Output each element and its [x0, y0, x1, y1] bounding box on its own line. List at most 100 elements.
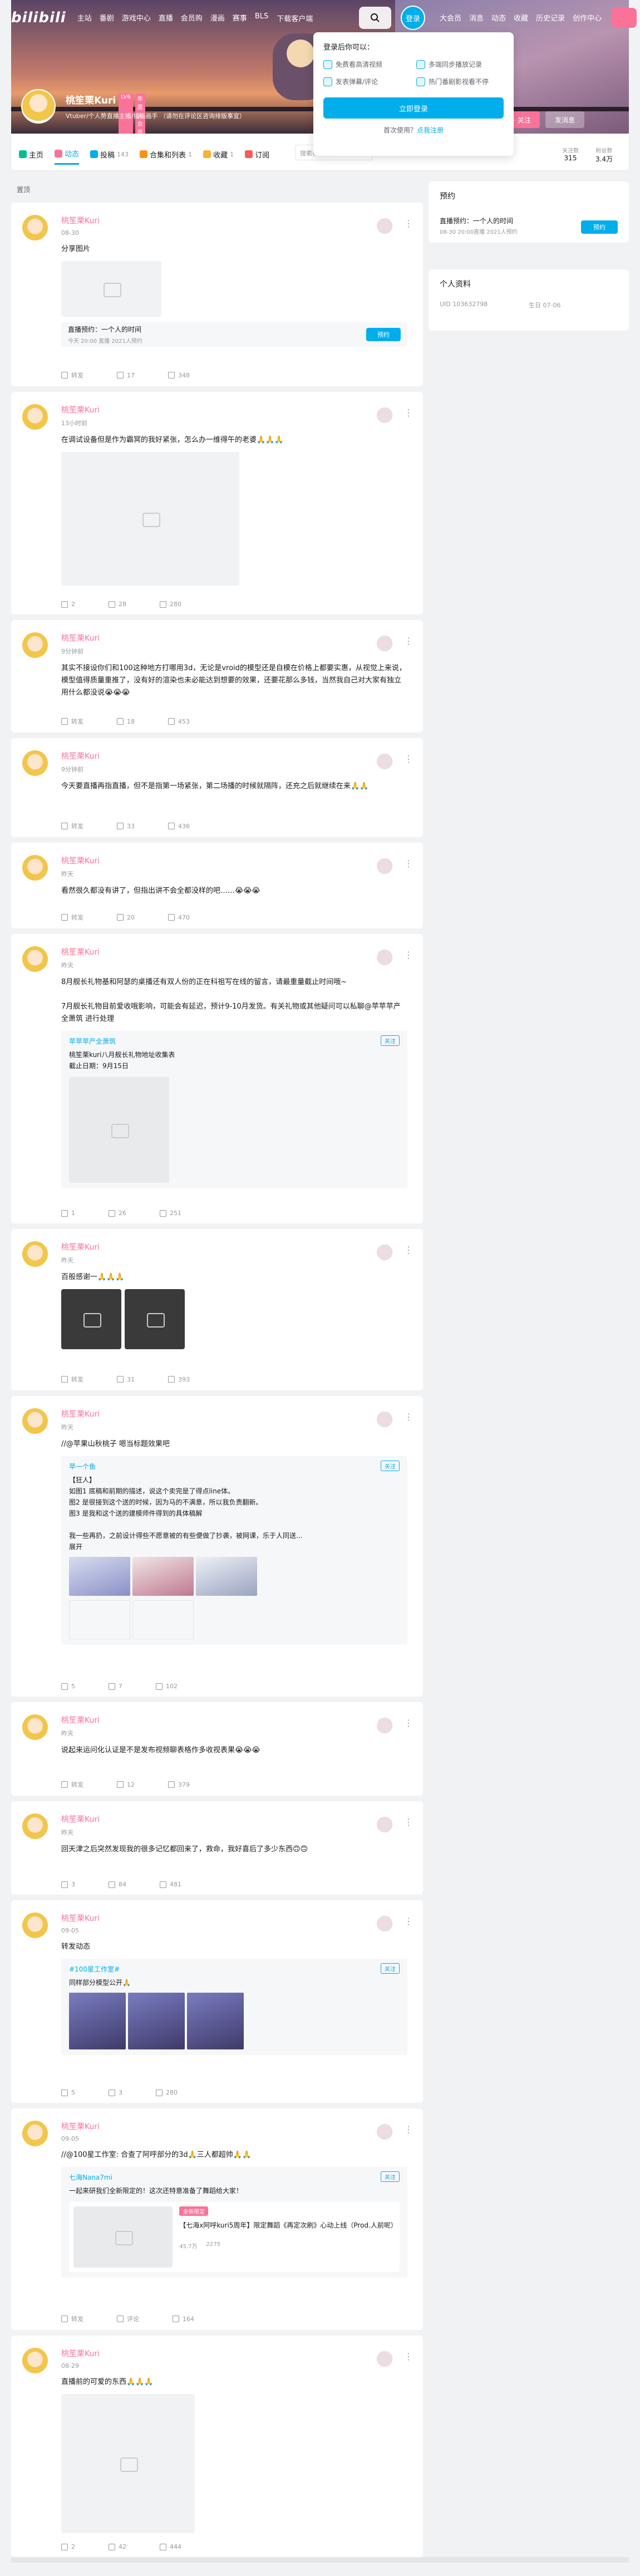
like-button[interactable]: 393	[168, 1375, 190, 1384]
repost-image[interactable]	[69, 1993, 126, 2049]
embedded-video[interactable]: 全新限定 【七海x阿呼kuri5周年】限定舞蹈《再定次刷》心动上线（Prod.人前…	[69, 2202, 400, 2272]
download-client-link[interactable]: 下载客户端	[276, 12, 313, 24]
user-avatar[interactable]	[22, 1913, 48, 1938]
share-button[interactable]: 1	[61, 1210, 75, 1217]
post-time[interactable]: 09-05	[61, 2135, 407, 2142]
nav-link-live[interactable]: 直播	[159, 12, 173, 24]
comment-button[interactable]: 84	[109, 1881, 126, 1888]
like-button[interactable]: 102	[156, 1683, 178, 1690]
user-name[interactable]: 桃笙栗Kuri	[61, 750, 407, 761]
user-name[interactable]: 桃笙栗Kuri	[61, 404, 407, 415]
post-image[interactable]	[61, 1289, 121, 1349]
more-options-icon[interactable]: ⋮	[404, 636, 413, 646]
user-avatar[interactable]	[22, 2348, 48, 2373]
user-name[interactable]: 桃笙栗Kuri	[61, 946, 407, 957]
tab-home[interactable]: 主页	[19, 149, 43, 164]
user-avatar[interactable]	[22, 855, 48, 881]
post-image[interactable]	[125, 1289, 185, 1349]
user-avatar[interactable]	[22, 404, 48, 430]
repost-user[interactable]: 七海Nana7mi	[69, 2172, 400, 2182]
like-button[interactable]: 481	[160, 1881, 181, 1888]
tab-collection[interactable]: 合集和列表 1	[140, 149, 192, 164]
live-reservation[interactable]: 直播预约：一个人的时间 今天 20:00 直播 2021人预约 预约	[61, 322, 407, 347]
user-avatar[interactable]	[22, 750, 48, 776]
comment-button[interactable]: 17	[117, 371, 135, 380]
repost-follow-button[interactable]: 关注	[381, 1461, 400, 1471]
more-options-icon[interactable]: ⋮	[404, 1916, 413, 1926]
comment-button[interactable]: 42	[109, 2543, 126, 2550]
post-time[interactable]: 9分钟前	[61, 765, 407, 774]
repost-user[interactable]: 苹苹苹产全萧筑	[69, 1036, 400, 1046]
post-time[interactable]: 09-05	[61, 1927, 407, 1934]
user-name[interactable]: 桃笙栗Kuri	[61, 1241, 407, 1252]
share-button[interactable]: 转发	[61, 1375, 83, 1384]
comment-button[interactable]: 18	[117, 717, 135, 726]
repost-user[interactable]: #100星工作室#	[69, 1964, 400, 1974]
sidebar-live-item[interactable]: 直播预约：一个人的时间	[440, 216, 513, 225]
share-button[interactable]: 5	[61, 1683, 75, 1690]
tab-follow[interactable]: 订阅	[245, 149, 269, 164]
comment-button[interactable]: 3	[109, 2089, 122, 2096]
post-time[interactable]: 昨天	[61, 1423, 407, 1432]
share-button[interactable]: 转发	[61, 2314, 83, 2323]
user-avatar[interactable]	[22, 1714, 48, 1740]
user-name[interactable]: 桃笙栗Kuri	[61, 1714, 407, 1725]
user-avatar[interactable]	[22, 946, 48, 972]
share-button[interactable]: 5	[61, 2089, 75, 2096]
user-avatar[interactable]	[22, 1813, 48, 1839]
more-options-icon[interactable]: ⋮	[404, 218, 413, 229]
more-options-icon[interactable]: ⋮	[404, 2351, 413, 2362]
repost-follow-button[interactable]: 关注	[381, 2171, 400, 2182]
tab-favorites[interactable]: 收藏 1	[203, 149, 234, 164]
user-avatar[interactable]	[22, 1241, 48, 1267]
nav-link-main[interactable]: 主站	[77, 12, 92, 24]
comment-button[interactable]: 7	[109, 1683, 122, 1690]
more-options-icon[interactable]: ⋮	[404, 950, 413, 960]
popup-login-button[interactable]: 立即登录	[323, 97, 504, 119]
repost-image[interactable]	[132, 1557, 194, 1596]
post-image[interactable]	[61, 261, 161, 317]
like-button[interactable]: 453	[168, 717, 190, 726]
repost-image[interactable]	[187, 1993, 244, 2049]
stat-followers[interactable]: 粉丝数 3.4万	[595, 146, 613, 164]
more-options-icon[interactable]: ⋮	[404, 858, 413, 869]
repost-image[interactable]	[128, 1993, 185, 2049]
video-cover[interactable]	[73, 2206, 173, 2268]
repost-follow-button[interactable]: 关注	[381, 1963, 400, 1974]
post-time[interactable]: 08-30	[61, 229, 407, 237]
repost-user[interactable]: 苹一个鱼	[69, 1462, 400, 1471]
user-avatar[interactable]	[22, 1408, 48, 1434]
post-image[interactable]	[61, 2394, 195, 2533]
profile-avatar[interactable]	[21, 89, 56, 124]
nav-link-shop[interactable]: 会员购	[181, 12, 203, 24]
post-time[interactable]: 昨天	[61, 961, 407, 970]
post-time[interactable]: 13小时前	[61, 419, 407, 427]
nav-link-esports[interactable]: 赛事	[233, 12, 247, 24]
user-avatar[interactable]	[22, 632, 48, 658]
comment-button[interactable]: 评论	[117, 2314, 139, 2323]
comment-button[interactable]: 28	[109, 601, 126, 608]
share-button[interactable]: 2	[61, 2543, 75, 2550]
post-time[interactable]: 9分钟前	[61, 647, 407, 656]
user-name[interactable]: 桃笙栗Kuri	[61, 2348, 407, 2359]
more-options-icon[interactable]: ⋮	[404, 1718, 413, 1728]
post-time[interactable]: 08-29	[61, 2362, 407, 2369]
stat-following[interactable]: 关注数 315	[562, 146, 579, 164]
register-link[interactable]: 点我注册	[417, 126, 444, 134]
user-name[interactable]: 桃笙栗Kuri	[61, 855, 407, 866]
user-name[interactable]: 桃笙栗Kuri	[61, 632, 407, 643]
more-options-icon[interactable]: ⋮	[404, 1817, 413, 1827]
user-name[interactable]: 桃笙栗Kuri	[61, 1408, 407, 1419]
horizontal-scrollbar[interactable]	[11, 2557, 629, 2563]
share-button[interactable]: 转发	[61, 371, 83, 380]
repost-image[interactable]	[196, 1557, 257, 1596]
sidebar-reserve-button[interactable]: 预约	[581, 220, 618, 234]
repost-image[interactable]	[132, 1600, 194, 1639]
repost-box[interactable]: 七海Nana7mi 关注 一起来研我们全新限定的！这次还特意准备了舞蹈给大家！ 全新限…	[61, 2167, 407, 2278]
more-options-icon[interactable]: ⋮	[404, 1412, 413, 1422]
reserve-button[interactable]: 预约	[366, 328, 401, 341]
user-name[interactable]: 桃笙栗Kuri	[61, 215, 407, 226]
comment-button[interactable]: 33	[117, 822, 135, 830]
user-name[interactable]: 桃笙栗Kuri	[61, 2121, 407, 2132]
nav-link-bls[interactable]: BLS	[255, 12, 268, 24]
